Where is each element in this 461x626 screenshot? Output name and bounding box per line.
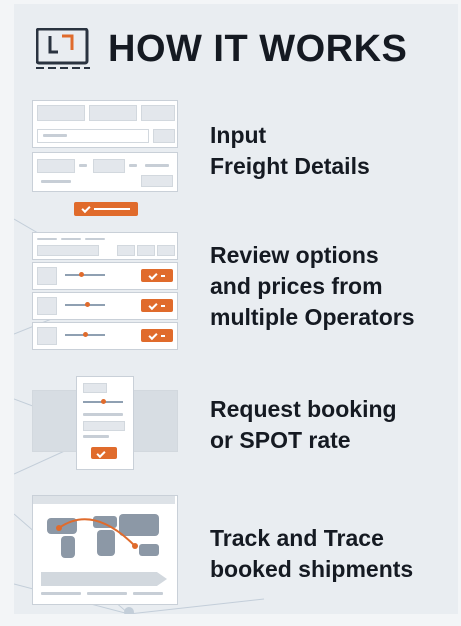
- freight-logo-icon: [36, 28, 90, 69]
- step-track-text: Track and Trace booked shipments: [210, 523, 413, 585]
- page-title: HOW IT WORKS: [108, 28, 408, 70]
- offers-list-illustration: [32, 232, 180, 350]
- step-track-line1: Track and Trace: [210, 525, 384, 551]
- browser-window-card: [32, 495, 178, 605]
- submit-button-illustration: [74, 202, 138, 216]
- booking-dialog-illustration: [32, 372, 180, 472]
- offer-row-3: [32, 322, 178, 350]
- step-request-line2: or SPOT rate: [210, 427, 351, 453]
- offer-row-1: [32, 262, 178, 290]
- step-track-line2: booked shipments: [210, 556, 414, 582]
- step-request-booking: Request booking or SPOT rate: [0, 372, 461, 472]
- freight-form-illustration: [32, 100, 180, 220]
- step-track-trace: Track and Trace booked shipments: [0, 495, 461, 607]
- booking-dialog-card: [76, 376, 134, 470]
- step-request-text: Request booking or SPOT rate: [210, 394, 397, 456]
- step-review-options: Review options and prices from multiple …: [0, 232, 461, 352]
- step-input-text: Input Freight Details: [210, 120, 370, 182]
- step-input-freight: Input Freight Details: [0, 100, 461, 225]
- form-card-top: [32, 100, 178, 148]
- step-review-text: Review options and prices from multiple …: [210, 240, 414, 333]
- filter-bar-card: [32, 232, 178, 260]
- offer-row-2: [32, 292, 178, 320]
- progress-arrow: [41, 572, 167, 586]
- step-request-line1: Request booking: [210, 396, 397, 422]
- form-card-bottom: [32, 152, 178, 192]
- step-review-line1: Review options: [210, 242, 379, 268]
- step-review-line2: and prices from: [210, 273, 383, 299]
- step-review-line3: multiple Operators: [210, 304, 415, 330]
- world-map-icon: [47, 514, 159, 558]
- step-input-line2: Freight Details: [210, 153, 370, 179]
- page-header: HOW IT WORKS: [36, 28, 407, 70]
- world-map-tracking-illustration: [32, 495, 180, 607]
- step-input-line1: Input: [210, 122, 267, 148]
